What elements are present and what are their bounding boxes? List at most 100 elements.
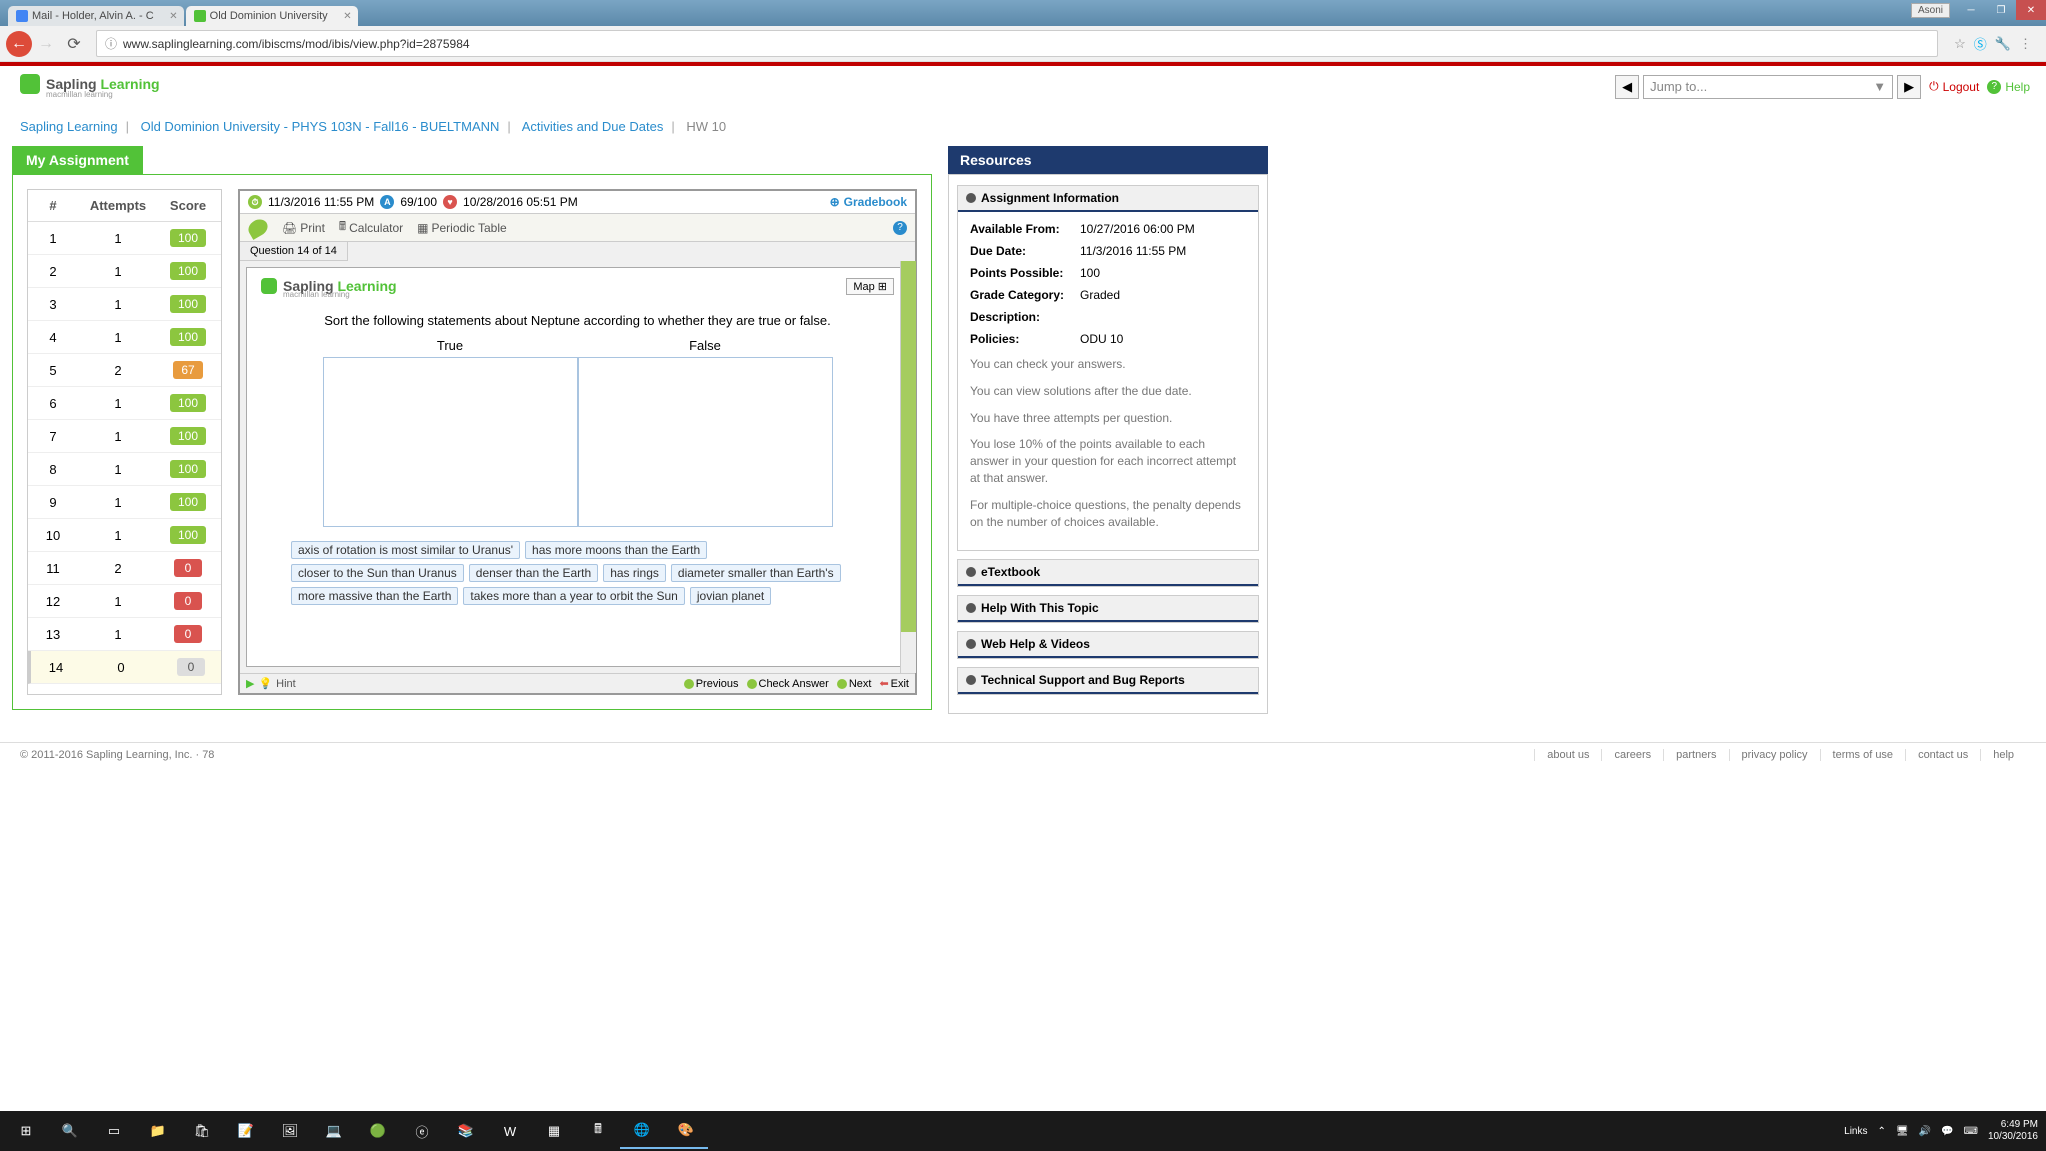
- volume-icon[interactable]: 🔊: [1919, 1126, 1931, 1137]
- url-bar[interactable]: ⓘwww.saplinglearning.com/ibiscms/mod/ibi…: [96, 30, 1938, 57]
- exit-button[interactable]: ⬅Exit: [879, 677, 909, 690]
- chrome-icon[interactable]: 🌐: [620, 1113, 664, 1149]
- browser-tab-mail[interactable]: Mail - Holder, Alvin A. - C✕: [8, 6, 184, 26]
- network-icon[interactable]: 🖥: [1896, 1126, 1909, 1137]
- attempt-row[interactable]: 1400: [28, 651, 221, 684]
- attempt-row[interactable]: 91100: [28, 486, 221, 519]
- close-icon[interactable]: ✕: [343, 11, 351, 22]
- footer-privacy[interactable]: privacy policy: [1729, 749, 1820, 761]
- keyboard-icon[interactable]: ⌨: [1964, 1126, 1978, 1137]
- breadcrumb-course[interactable]: Old Dominion University - PHYS 103N - Fa…: [141, 119, 500, 134]
- true-dropzone[interactable]: [323, 357, 578, 527]
- print-button[interactable]: 🖨Print: [282, 221, 325, 235]
- attempt-row[interactable]: 1210: [28, 585, 221, 618]
- footer-about[interactable]: about us: [1534, 749, 1601, 761]
- footer-terms[interactable]: terms of use: [1820, 749, 1906, 761]
- star-icon[interactable]: ☆: [1954, 36, 1966, 52]
- notepad-icon[interactable]: 📝: [224, 1113, 268, 1149]
- jump-next-button[interactable]: ▶: [1897, 75, 1921, 99]
- app-icon[interactable]: 🟢: [356, 1113, 400, 1149]
- calculator-button[interactable]: 🖩Calculator: [339, 217, 403, 238]
- tray-chevron-icon[interactable]: ⌃: [1878, 1126, 1886, 1137]
- app-icon[interactable]: 📚: [444, 1113, 488, 1149]
- search-button[interactable]: 🔍: [48, 1113, 92, 1149]
- attempt-row[interactable]: 71100: [28, 420, 221, 453]
- attempt-row[interactable]: 1310: [28, 618, 221, 651]
- statement-chip[interactable]: more massive than the Earth: [291, 587, 458, 605]
- jump-prev-button[interactable]: ◀: [1615, 75, 1639, 99]
- statement-chip[interactable]: closer to the Sun than Uranus: [291, 564, 464, 582]
- scrollbar[interactable]: [900, 261, 916, 673]
- close-icon[interactable]: ✕: [169, 11, 177, 22]
- attempt-row[interactable]: 5267: [28, 354, 221, 387]
- statement-chip[interactable]: denser than the Earth: [469, 564, 598, 582]
- paint-icon[interactable]: 🎨: [664, 1113, 708, 1149]
- attempt-row[interactable]: 11100: [28, 222, 221, 255]
- false-dropzone[interactable]: [578, 357, 833, 527]
- store-icon[interactable]: 🛍: [180, 1113, 224, 1149]
- links-toolbar[interactable]: Links: [1844, 1126, 1867, 1137]
- question-tab[interactable]: Question 14 of 14: [240, 242, 348, 261]
- breadcrumb-activities[interactable]: Activities and Due Dates: [522, 119, 664, 134]
- breadcrumb-home[interactable]: Sapling Learning: [20, 119, 118, 134]
- attempt-row[interactable]: 21100: [28, 255, 221, 288]
- attempt-row[interactable]: 1120: [28, 552, 221, 585]
- footer-contact[interactable]: contact us: [1905, 749, 1980, 761]
- footer-partners[interactable]: partners: [1663, 749, 1728, 761]
- skype-icon[interactable]: Ⓢ: [1974, 34, 1987, 53]
- forward-button[interactable]: →: [32, 30, 60, 58]
- attempt-row[interactable]: 101100: [28, 519, 221, 552]
- periodic-table-button[interactable]: ▦Periodic Table: [417, 221, 507, 235]
- start-button[interactable]: ⊞: [4, 1113, 48, 1149]
- statement-chip[interactable]: has rings: [603, 564, 666, 582]
- ie-icon[interactable]: ⓔ: [400, 1113, 444, 1149]
- menu-icon[interactable]: ⋮: [2019, 36, 2032, 52]
- web-help-section[interactable]: Web Help & Videos: [958, 632, 1258, 658]
- photos-icon[interactable]: 🖼: [268, 1113, 312, 1149]
- statement-chip[interactable]: takes more than a year to orbit the Sun: [463, 587, 684, 605]
- attempt-row[interactable]: 31100: [28, 288, 221, 321]
- assignment-info-section[interactable]: Assignment Information: [958, 186, 1258, 212]
- extension-icon[interactable]: 🔧: [1995, 36, 2011, 52]
- tech-support-section[interactable]: Technical Support and Bug Reports: [958, 668, 1258, 694]
- task-view-button[interactable]: ▭: [92, 1113, 136, 1149]
- statement-chip[interactable]: has more moons than the Earth: [525, 541, 707, 559]
- back-button[interactable]: ←: [6, 31, 32, 57]
- statement-chip[interactable]: axis of rotation is most similar to Uran…: [291, 541, 520, 559]
- map-button[interactable]: Map ⊞: [846, 278, 894, 295]
- logout-link[interactable]: ⏻Logout: [1929, 79, 1979, 94]
- help-icon: ?: [1987, 80, 2001, 94]
- maximize-button[interactable]: ❐: [1986, 0, 2016, 20]
- previous-button[interactable]: Previous: [684, 678, 739, 690]
- info-icon[interactable]: ⓘ: [105, 35, 117, 52]
- help-link[interactable]: ?Help: [1987, 80, 2030, 94]
- hint-button[interactable]: ▶💡Hint: [246, 677, 296, 690]
- calculator-icon[interactable]: 🖩: [576, 1113, 620, 1149]
- statement-chip[interactable]: diameter smaller than Earth's: [671, 564, 841, 582]
- browser-tab-sapling[interactable]: Old Dominion University✕: [186, 6, 358, 26]
- attempt-row[interactable]: 81100: [28, 453, 221, 486]
- attempt-row[interactable]: 61100: [28, 387, 221, 420]
- close-window-button[interactable]: ✕: [2016, 0, 2046, 20]
- word-icon[interactable]: W: [488, 1113, 532, 1149]
- next-button[interactable]: Next: [837, 678, 872, 690]
- statement-chip[interactable]: jovian planet: [690, 587, 771, 605]
- app-icon[interactable]: ▦: [532, 1113, 576, 1149]
- help-topic-section[interactable]: Help With This Topic: [958, 596, 1258, 622]
- attempt-row[interactable]: 41100: [28, 321, 221, 354]
- footer-help[interactable]: help: [1980, 749, 2026, 761]
- system-clock[interactable]: 6:49 PM10/30/2016: [1988, 1119, 2038, 1143]
- reload-button[interactable]: ⟳: [60, 30, 88, 58]
- check-answer-button[interactable]: Check Answer: [747, 678, 829, 690]
- asoni-badge[interactable]: Asoni: [1911, 3, 1950, 18]
- jump-select[interactable]: Jump to... ▼: [1643, 75, 1893, 99]
- minimize-button[interactable]: ─: [1956, 0, 1986, 20]
- app-icon[interactable]: 💻: [312, 1113, 356, 1149]
- help-icon[interactable]: ?: [893, 221, 907, 235]
- notification-icon[interactable]: 💬: [1941, 1126, 1953, 1137]
- footer-careers[interactable]: careers: [1601, 749, 1663, 761]
- etextbook-section[interactable]: eTextbook: [958, 560, 1258, 586]
- site-header: Sapling Learning macmillan learning ◀ Ju…: [0, 66, 2046, 107]
- gradebook-link[interactable]: ⊕Gradebook: [830, 195, 907, 209]
- file-explorer-icon[interactable]: 📁: [136, 1113, 180, 1149]
